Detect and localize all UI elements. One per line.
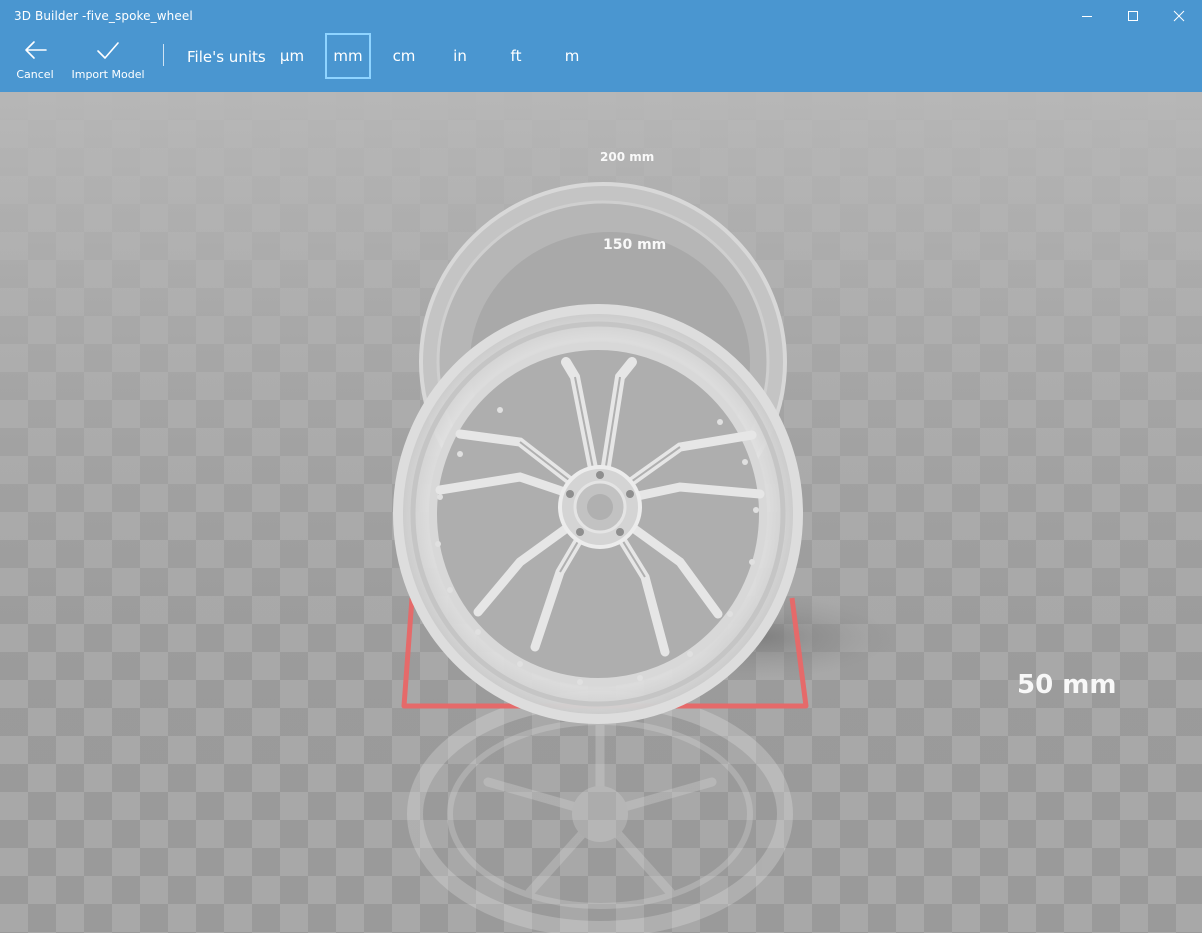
checkmark-icon <box>97 42 119 59</box>
maximize-icon <box>1128 11 1138 21</box>
files-units-label: File's units <box>187 48 266 66</box>
maximize-button[interactable] <box>1110 0 1156 32</box>
title-bar: 3D Builder -five_spoke_wheel <box>0 0 1202 32</box>
import-model-label: Import Model <box>71 68 145 81</box>
scene-canvas <box>0 92 1202 933</box>
ruler-label-50mm: 50 mm <box>1017 670 1117 700</box>
import-model-button[interactable]: Import Model <box>68 32 148 92</box>
toolbar: Cancel Import Model File's units µm mm c… <box>0 32 1202 92</box>
ruler-label-200mm: 200 mm <box>600 150 655 164</box>
wheel-model[interactable] <box>393 182 803 724</box>
toolbar-separator <box>163 44 164 66</box>
window-title: 3D Builder -five_spoke_wheel <box>14 9 193 23</box>
back-arrow-icon <box>25 41 47 59</box>
close-icon <box>1173 10 1185 22</box>
minimize-icon <box>1082 16 1092 17</box>
close-button[interactable] <box>1156 0 1202 32</box>
cancel-label: Cancel <box>16 68 54 81</box>
3d-viewport[interactable]: 200 mm 150 mm 50 mm <box>0 92 1202 933</box>
cancel-button[interactable]: Cancel <box>12 32 58 92</box>
minimize-button[interactable] <box>1064 0 1110 32</box>
unit-option-in[interactable]: in <box>437 33 483 79</box>
ruler-label-150mm: 150 mm <box>603 237 667 253</box>
unit-option-mm[interactable]: mm <box>325 33 371 79</box>
unit-option-m[interactable]: m <box>549 33 595 79</box>
unit-option-um[interactable]: µm <box>269 33 315 79</box>
unit-option-ft[interactable]: ft <box>493 33 539 79</box>
unit-option-cm[interactable]: cm <box>381 33 427 79</box>
